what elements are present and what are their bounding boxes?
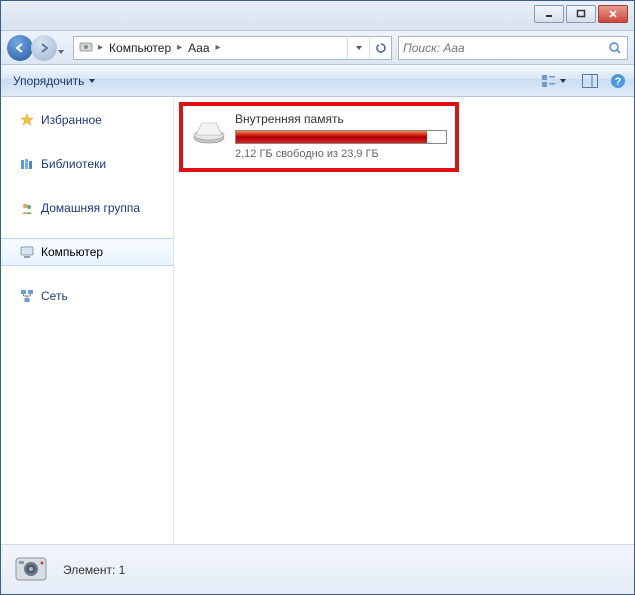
navigation-pane: Избранное Библиотеки Домашняя группа Ком… bbox=[1, 97, 174, 544]
homegroup-icon bbox=[19, 200, 35, 216]
organize-button[interactable]: Упорядочить bbox=[7, 71, 102, 91]
view-mode-button[interactable] bbox=[536, 71, 572, 91]
chevron-right-icon: ▸ bbox=[96, 42, 105, 53]
sidebar-item-homegroup[interactable]: Домашняя группа bbox=[1, 195, 173, 221]
preview-pane-button[interactable] bbox=[580, 71, 600, 91]
chevron-right-icon: ▸ bbox=[214, 42, 223, 53]
libraries-icon bbox=[19, 156, 35, 172]
sidebar-item-computer[interactable]: Компьютер bbox=[1, 238, 173, 266]
body: Избранное Библиотеки Домашняя группа Ком… bbox=[1, 97, 634, 544]
capacity-bar bbox=[235, 130, 447, 144]
star-icon bbox=[19, 112, 35, 128]
sidebar-item-label: Сеть bbox=[41, 289, 68, 303]
svg-text:?: ? bbox=[615, 76, 622, 88]
drive-item[interactable]: Внутренняя память 2,12 ГБ свободно из 23… bbox=[179, 102, 459, 172]
drive-name: Внутренняя память bbox=[235, 112, 447, 126]
drive-free-text: 2,12 ГБ свободно из 23,9 ГБ bbox=[235, 148, 447, 160]
sidebar-item-favorites[interactable]: Избранное bbox=[1, 107, 173, 133]
drive-icon bbox=[191, 116, 227, 146]
search-icon bbox=[607, 40, 623, 56]
capacity-fill bbox=[236, 131, 427, 143]
computer-icon bbox=[19, 244, 35, 260]
device-large-icon bbox=[11, 551, 53, 589]
status-bar: Элемент: 1 bbox=[1, 544, 634, 594]
explorer-window: ▸ Компьютер ▸ Aaa ▸ Упорядочить bbox=[0, 0, 635, 595]
search-box[interactable] bbox=[398, 36, 628, 60]
maximize-button[interactable] bbox=[566, 5, 596, 23]
content-pane[interactable]: Внутренняя память 2,12 ГБ свободно из 23… bbox=[174, 97, 634, 544]
status-items-count: Элемент: 1 bbox=[63, 563, 125, 577]
minimize-button[interactable] bbox=[534, 5, 564, 23]
nav-history-dropdown[interactable] bbox=[57, 43, 65, 61]
sidebar-item-label: Домашняя группа bbox=[41, 201, 140, 215]
nav-buttons bbox=[7, 34, 67, 62]
sidebar-item-network[interactable]: Сеть bbox=[1, 283, 173, 309]
address-bar[interactable]: ▸ Компьютер ▸ Aaa ▸ bbox=[73, 36, 392, 60]
network-icon bbox=[19, 288, 35, 304]
organize-label: Упорядочить bbox=[13, 74, 84, 88]
refresh-button[interactable] bbox=[369, 37, 391, 59]
chevron-right-icon: ▸ bbox=[175, 42, 184, 53]
help-button[interactable]: ? bbox=[608, 71, 628, 91]
sidebar-item-libraries[interactable]: Библиотеки bbox=[1, 151, 173, 177]
forward-button[interactable] bbox=[31, 35, 57, 61]
address-dropdown-button[interactable] bbox=[347, 37, 369, 59]
breadcrumb-computer[interactable]: Компьютер bbox=[105, 37, 175, 59]
sidebar-item-label: Избранное bbox=[41, 113, 102, 127]
sidebar-item-label: Компьютер bbox=[41, 245, 103, 259]
nav-row: ▸ Компьютер ▸ Aaa ▸ bbox=[1, 31, 634, 65]
sidebar-item-label: Библиотеки bbox=[41, 157, 106, 171]
breadcrumb-folder[interactable]: Aaa bbox=[184, 37, 213, 59]
toolbar: Упорядочить ? bbox=[1, 65, 634, 97]
drive-info: Внутренняя память 2,12 ГБ свободно из 23… bbox=[235, 112, 447, 160]
search-input[interactable] bbox=[403, 41, 607, 55]
device-icon bbox=[78, 40, 94, 56]
back-button[interactable] bbox=[7, 35, 33, 61]
titlebar bbox=[1, 1, 634, 31]
close-button[interactable] bbox=[598, 5, 628, 23]
